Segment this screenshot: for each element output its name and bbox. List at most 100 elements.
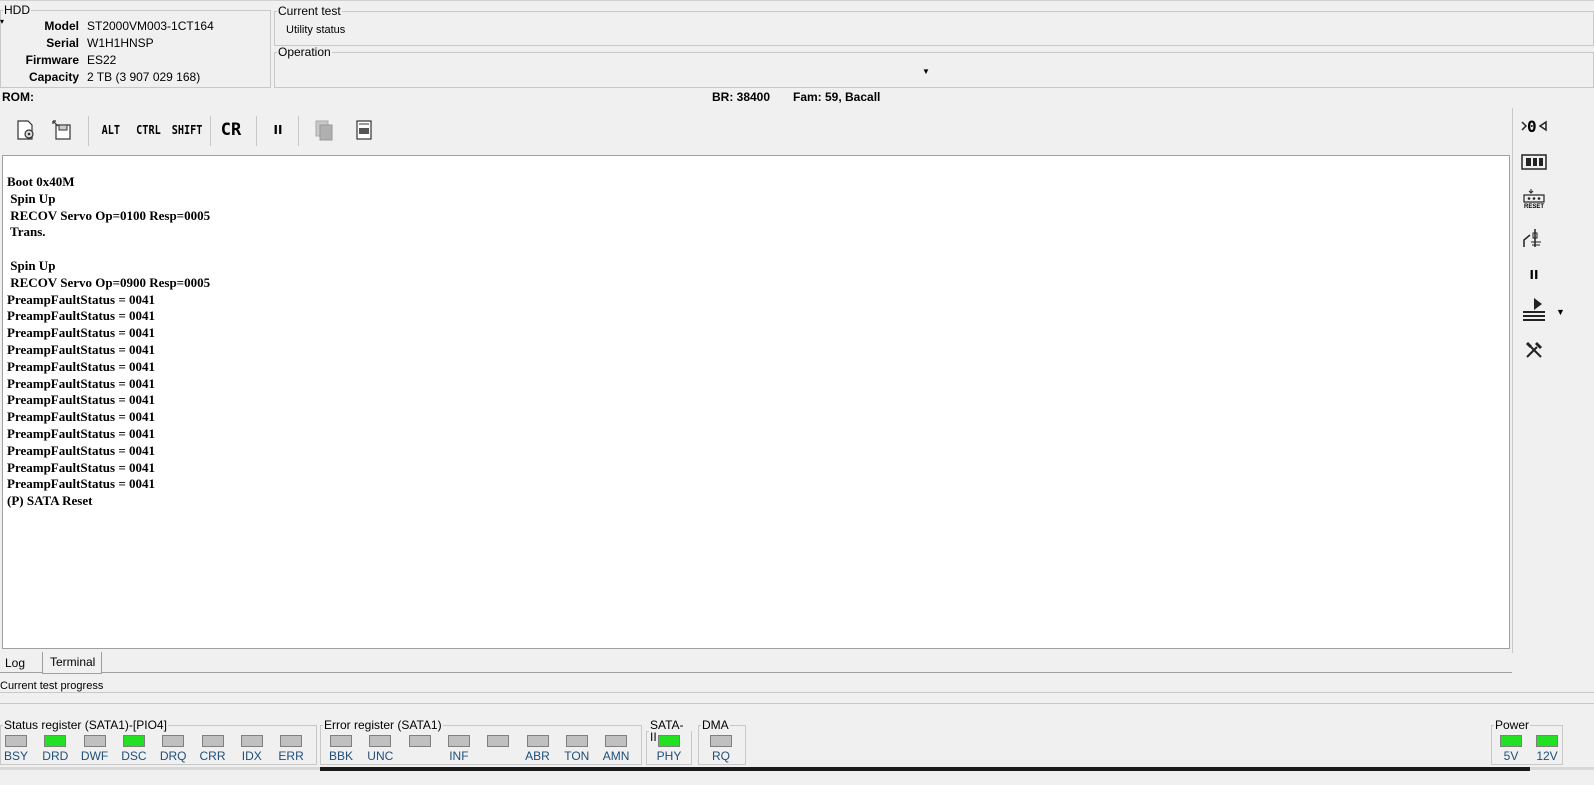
right-pause-label: II (1529, 268, 1539, 282)
progress-label: Current test progress (0, 680, 104, 692)
hdd-capacity-row: Capacity 2 TB (3 907 029 168) (0, 69, 260, 86)
status-strip (0, 767, 1594, 785)
shift-button[interactable]: SHIFT (168, 116, 206, 144)
current-test-value: Utility status (286, 24, 346, 36)
ctrl-label: CTRL (135, 123, 161, 137)
power-legend: Power (1495, 718, 1530, 732)
pause-button[interactable]: II (266, 116, 290, 144)
tab-log[interactable]: Log (0, 653, 42, 673)
led-indicator (5, 735, 27, 747)
led-label: DRD (42, 749, 69, 763)
terminal-line: PreampFaultStatus = 0041 (7, 459, 156, 475)
led-indicator (44, 735, 67, 747)
reset-button[interactable]: RESET (1519, 184, 1549, 214)
chevron-down-icon: ▼ (922, 67, 930, 76)
led-indicator (710, 735, 732, 747)
terminal-line: PreampFaultStatus = 0041 (7, 392, 156, 408)
play-stack-button[interactable] (1519, 296, 1549, 324)
page-gear-icon (17, 120, 34, 140)
keyboard-button[interactable] (350, 116, 378, 144)
family-info: Fam: 59, Bacall (793, 90, 881, 104)
tools-button[interactable] (1519, 336, 1549, 364)
hdd-firmware-label: Firmware (25, 53, 79, 67)
terminal-line: Trans. (7, 224, 46, 240)
led-label: BBK (328, 749, 353, 763)
alt-label: ALT (101, 123, 121, 137)
progress-bar (0, 692, 1594, 704)
led-indicator (162, 735, 185, 747)
terminal-line: Spin Up (7, 190, 56, 206)
led-indicator (280, 735, 303, 747)
save-log-button[interactable] (48, 116, 76, 144)
current-test-group: Current test (274, 5, 1594, 46)
led-indicator (1500, 735, 1522, 747)
led-label: INF (449, 749, 469, 763)
terminal-line: PreampFaultStatus = 0041 (7, 425, 156, 441)
copy-icon (315, 120, 333, 141)
led-label: DSC (121, 749, 147, 763)
led-indicator (83, 735, 106, 747)
led-indicator (658, 735, 680, 747)
led-indicator (526, 735, 549, 747)
top-border (0, 0, 1594, 1)
operation-select[interactable]: ▼ (278, 62, 932, 84)
power-switch-button[interactable] (1519, 224, 1549, 252)
operation-legend: Operation (278, 45, 331, 59)
led-label: TON (564, 749, 590, 763)
save-disk-icon (52, 120, 71, 140)
terminal-line: (P) SATA Reset (7, 493, 93, 509)
terminal-line: Boot 0x40M (7, 174, 75, 189)
hdd-capacity-label: Capacity (28, 70, 79, 84)
rom-label: ROM: (2, 90, 34, 104)
terminal-line: RECOV Servo Op=0900 Resp=0005 (7, 274, 211, 290)
led-label: CRR (199, 749, 226, 763)
hdd-firmware-row: Firmware ES22 (0, 52, 260, 69)
right-pause-button[interactable]: II (1519, 261, 1549, 289)
tab-terminal-label: Terminal (50, 655, 96, 669)
toolbar-separator (210, 116, 211, 146)
hdd-serial-value: W1H1HNSP (87, 36, 154, 50)
zero-level-button[interactable]: 0 (1519, 112, 1549, 140)
terminal-line: PreampFaultStatus = 0041 (7, 375, 156, 391)
open-config-button[interactable] (12, 116, 40, 144)
hdd-model-value: ST2000VM003-1CT164 (87, 19, 214, 33)
dma-legend: DMA (702, 718, 729, 732)
cr-button[interactable]: CR (216, 116, 246, 144)
terminal-output[interactable]: Boot 0x40M Spin Up RECOV Servo Op=0100 R… (2, 155, 1510, 649)
hdd-serial-row: Serial W1H1HNSP (0, 35, 260, 52)
ctrl-button[interactable]: CTRL (130, 116, 166, 144)
terminal-line: PreampFaultStatus = 0041 (7, 476, 156, 492)
terminal-line: PreampFaultStatus = 0041 (7, 308, 156, 324)
led-indicator (565, 735, 588, 747)
alt-button[interactable]: ALT (96, 116, 126, 144)
led-label: ABR (525, 749, 550, 763)
toolbar-separator (298, 116, 299, 146)
status-register-legend: Status register (SATA1)-[PIO4] (4, 718, 167, 732)
led-indicator (487, 735, 510, 747)
led-label: IDX (241, 749, 262, 763)
right-toolbar-border (1512, 108, 1513, 653)
led-indicator (408, 735, 431, 747)
led-indicator (369, 735, 392, 747)
keyboard-icon (356, 120, 372, 140)
led-label: AMN (602, 749, 630, 763)
terminal-line: PreampFaultStatus = 0041 (7, 442, 156, 458)
baud-rate: BR: 38400 (712, 90, 771, 104)
led-indicator (447, 735, 470, 747)
play-stack-icon (1523, 298, 1545, 321)
shift-label: SHIFT (171, 123, 203, 137)
terminal-line: RECOV Servo Op=0100 Resp=0005 (7, 207, 211, 223)
current-test-legend: Current test (278, 4, 341, 18)
tab-terminal[interactable]: Terminal (42, 652, 102, 674)
led-label: DRQ (159, 749, 187, 763)
led-label: 5V (1503, 749, 1519, 763)
cr-label: CR (220, 120, 242, 140)
hdd-firmware-value: ES22 (87, 53, 117, 67)
chevron-down-icon[interactable]: ▼ (1556, 307, 1565, 317)
copy-button[interactable] (310, 116, 338, 144)
error-register-legend: Error register (SATA1) (324, 718, 442, 732)
terminal-line: PreampFaultStatus = 0041 (7, 358, 156, 374)
led-indicator (330, 735, 352, 747)
terminal-line: Spin Up (7, 257, 56, 273)
board-button[interactable] (1519, 148, 1549, 176)
